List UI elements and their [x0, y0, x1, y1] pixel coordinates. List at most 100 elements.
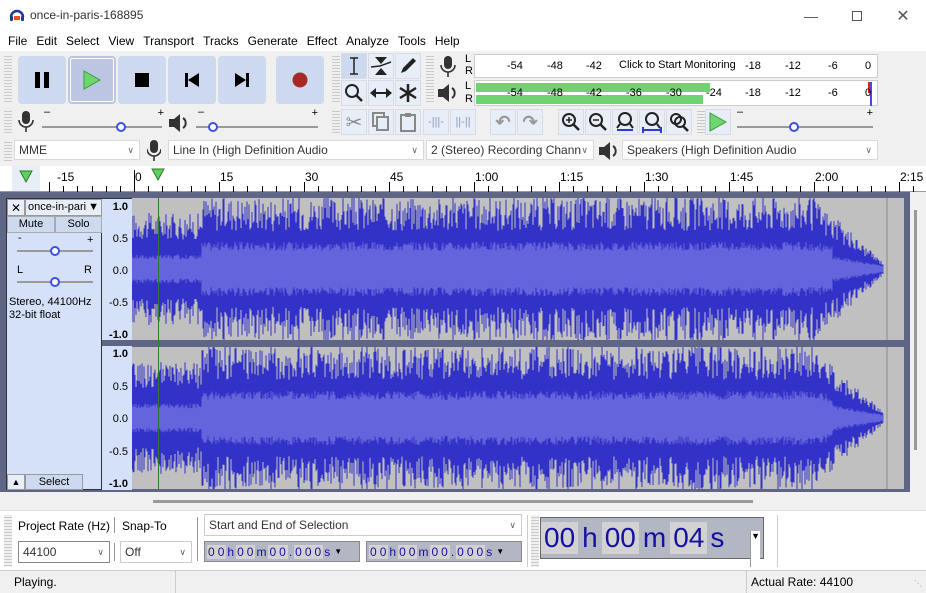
playback-meter[interactable]: -54 -48 -42 -36 -30 -24 -18 -12 -6 0 [474, 80, 878, 106]
menu-transport[interactable]: Transport [135, 34, 194, 48]
envelope-tool-button[interactable] [368, 53, 394, 79]
menu-edit[interactable]: Edit [28, 34, 57, 48]
fit-project-button[interactable] [639, 109, 665, 135]
slider-thumb[interactable] [115, 122, 126, 132]
track-menu-button[interactable]: once-in-pari ▼ [25, 199, 102, 216]
recording-device-select[interactable]: Line In (High Definition Audio ∨ [168, 140, 424, 160]
close-track-button[interactable]: ✕ [7, 199, 25, 216]
time-format-dropdown-icon[interactable]: ▼ [496, 547, 505, 556]
playback-device-select[interactable]: Speakers (High Definition Audio ∨ [622, 140, 878, 160]
snap-to-select[interactable]: Off ∨ [120, 541, 192, 563]
minimize-button[interactable]: — [788, 0, 834, 31]
time-format-dropdown-icon[interactable]: ▼ [334, 547, 343, 556]
slider-thumb[interactable] [207, 122, 218, 132]
close-button[interactable]: ✕ [880, 0, 926, 31]
selection-start-time[interactable]: 0 0 h 0 0 m 0 0. 0 0 0 s ▼ [204, 541, 360, 562]
actual-rate: Actual Rate: 44100 [751, 575, 854, 589]
time-format-dropdown-icon[interactable]: ▼ [750, 531, 760, 567]
slider-thumb[interactable] [50, 277, 60, 287]
selection-mode-select[interactable]: Start and End of Selection ∨ [204, 514, 522, 536]
time-digit: 0 [236, 544, 246, 559]
collapse-track-button[interactable]: ▲ [7, 474, 25, 490]
pan-slider[interactable] [17, 276, 93, 288]
toolbar-grip[interactable] [697, 109, 705, 135]
waveform-channel-right[interactable] [132, 347, 904, 489]
skip-to-start-button[interactable] [168, 56, 216, 104]
pinned-play-head-toggle[interactable] [12, 166, 40, 191]
mute-button[interactable]: Mute [7, 216, 55, 233]
horizontal-scrollbar[interactable] [153, 500, 753, 503]
menu-tracks[interactable]: Tracks [195, 34, 239, 48]
menu-view[interactable]: View [100, 34, 134, 48]
play-head-triangle-icon [19, 170, 33, 184]
copy-button[interactable] [368, 109, 394, 135]
time-shift-tool-button[interactable] [368, 80, 394, 106]
paste-button[interactable] [395, 109, 421, 135]
start-monitoring-prompt[interactable]: Click to Start Monitoring [617, 59, 738, 71]
redo-button[interactable]: ↷ [517, 109, 543, 135]
toolbar-grip[interactable] [426, 54, 434, 104]
draw-tool-button[interactable] [395, 53, 421, 79]
play-speed-slider[interactable]: – + [737, 106, 875, 134]
toolbar-grip[interactable] [4, 109, 12, 135]
fit-selection-button[interactable] [612, 109, 638, 135]
multi-tool-button[interactable] [395, 80, 421, 106]
tick-label: -30 [666, 87, 682, 99]
recording-channels-value: 2 (Stereo) Recording Chann [431, 143, 582, 157]
menu-select[interactable]: Select [58, 34, 99, 48]
menu-tools[interactable]: Tools [390, 34, 426, 48]
timeline-ruler[interactable]: -15 0 15 30 45 1:00 1:15 1:30 1:45 2:00 2:15 [0, 166, 926, 192]
pause-button[interactable] [18, 56, 66, 104]
selection-tool-button[interactable] [341, 53, 367, 79]
slider-thumb[interactable] [50, 246, 60, 256]
menu-effect[interactable]: Effect [299, 34, 337, 48]
toolbar-grip[interactable] [332, 109, 340, 135]
stop-button[interactable] [118, 56, 166, 104]
play-button[interactable] [68, 56, 116, 104]
toolbar-grip[interactable] [332, 54, 340, 104]
recording-channels-select[interactable]: 2 (Stereo) Recording Chann ∨ [426, 140, 594, 160]
silence-audio-button[interactable]: ||-|| [450, 109, 476, 135]
record-meter[interactable]: -54 -48 -42 Click to Start Monitoring -1… [474, 54, 878, 78]
play-at-speed-button[interactable] [705, 109, 731, 135]
solo-button[interactable]: Solo [55, 216, 102, 233]
toolbar-grip[interactable] [4, 140, 12, 162]
time-seconds: 04 [670, 522, 708, 554]
menu-help[interactable]: Help [427, 34, 460, 48]
zoom-toggle-button[interactable] [666, 109, 692, 135]
envelope-icon [370, 57, 392, 75]
ruler-tick-label: 2:15 [900, 170, 924, 184]
gain-slider[interactable] [17, 245, 93, 257]
zoom-in-button[interactable] [558, 109, 584, 135]
maximize-button[interactable] [834, 0, 880, 31]
menu-analyze[interactable]: Analyze [338, 34, 389, 48]
menu-file[interactable]: File [0, 34, 27, 48]
select-track-button[interactable]: Select [25, 474, 83, 490]
zoom-out-button[interactable] [585, 109, 611, 135]
resize-grip-icon[interactable]: ⋱ [914, 579, 922, 588]
playback-volume-slider[interactable]: – + [196, 106, 320, 134]
record-button[interactable] [276, 56, 324, 104]
cut-button[interactable]: ✂ [341, 109, 367, 135]
speaker-icon [438, 84, 456, 102]
toolbar-grip[interactable] [4, 515, 12, 567]
zoom-tool-button[interactable] [341, 80, 367, 106]
ruler-tick-label: 2:00 [815, 170, 839, 184]
skip-to-end-button[interactable] [218, 56, 266, 104]
vertical-scale-ch2[interactable]: 1.0 0.5 0.0 -0.5 -1.0 [102, 346, 132, 490]
waveform-channel-left[interactable] [132, 198, 904, 340]
vertical-scale-ch1[interactable]: 1.0 0.5 0.0 -0.5 -1.0 [102, 198, 132, 341]
selection-end-time[interactable]: 0 0 h 0 0 m 0 0. 0 0 0 s ▼ [366, 541, 522, 562]
record-volume-slider[interactable]: – + [42, 106, 164, 134]
vertical-scrollbar[interactable] [914, 210, 917, 450]
time-display[interactable]: 00 h 00 m 04 s ▼ [540, 517, 764, 567]
scale-label: 1.0 [112, 201, 128, 213]
toolbar-grip[interactable] [531, 515, 539, 567]
project-rate-select[interactable]: 44100 ∨ [18, 541, 110, 563]
undo-button[interactable]: ↶ [490, 109, 516, 135]
slider-thumb[interactable] [789, 122, 799, 132]
toolbar-grip[interactable] [4, 54, 12, 104]
menu-generate[interactable]: Generate [240, 34, 298, 48]
audio-host-select[interactable]: MME ∨ [14, 140, 140, 160]
trim-audio-button[interactable]: -|||- [423, 109, 449, 135]
